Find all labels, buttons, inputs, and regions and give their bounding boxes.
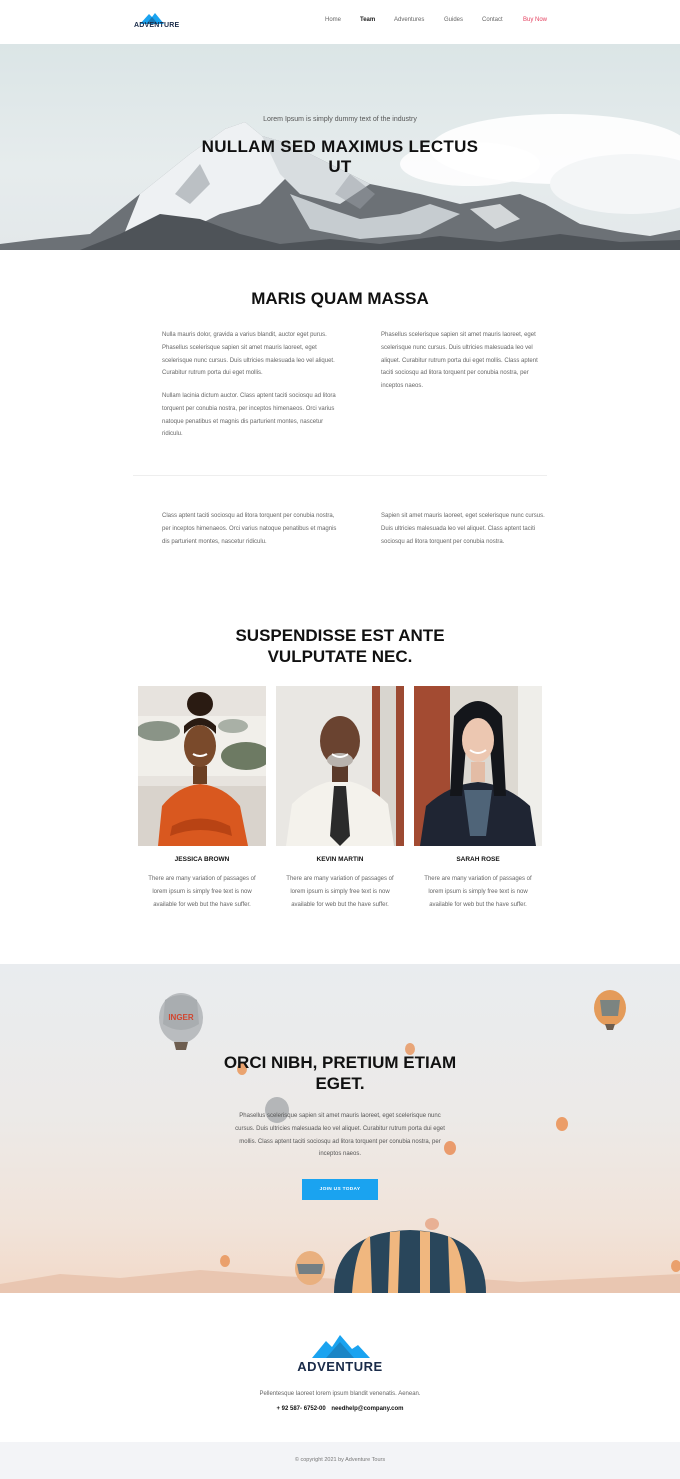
site-header: ADVENTURE Home Team Adventures Guides Co… (0, 0, 680, 44)
kevin-photo-image (276, 686, 404, 846)
about-col2-p1: Phasellus scelerisque sapien sit amet ma… (381, 332, 538, 390)
footer-contact: + 92 587- 6752-00 needhelp@company.com (0, 1406, 680, 1412)
about-col1-p1: Nulla mauris dolor, gravida a varius bla… (162, 332, 335, 377)
member-description: There are many variation of passages of … (424, 876, 532, 908)
nav-adventures[interactable]: Adventures (394, 17, 424, 23)
hero-title: NULLAM SED MAXIMUS LECTUS UT (201, 137, 479, 176)
jessica-photo-image (138, 686, 266, 846)
member-photo-sarah (414, 686, 542, 846)
team-title: SUSPENDISSE EST ANTE VULPUTATE NEC. (235, 626, 445, 666)
member-name: SARAH ROSE (456, 856, 500, 863)
hero-banner: Lorem Ipsum is simply dummy text of the … (0, 44, 680, 250)
cta-text: Phasellus scelerisque sapien sit amet ma… (235, 1113, 445, 1158)
about-col1-p3: Class aptent taciti sociosqu ad litora t… (162, 513, 337, 545)
member-photo-kevin (276, 686, 404, 846)
svg-text:INGER: INGER (168, 1013, 194, 1022)
copyright-bar: © copyright 2021 by Adventure Tours (0, 1442, 680, 1479)
nav-team[interactable]: Team (360, 17, 375, 23)
about-title: MARIS QUAM MASSA (251, 289, 429, 308)
section-divider (133, 475, 547, 476)
member-description: There are many variation of passages of … (148, 876, 256, 908)
email-link[interactable]: needhelp@company.com (331, 1406, 403, 1412)
member-name: KEVIN MARTIN (316, 856, 364, 863)
mountain-logo-icon (312, 1335, 370, 1358)
copyright-text: © copyright 2021 by Adventure Tours (294, 1457, 386, 1463)
nav-buy-now[interactable]: Buy Now (523, 17, 547, 23)
footer-text: Pellentesque laoreet lorem ipsum blandit… (259, 1391, 421, 1397)
main-nav: Home Team Adventures Guides Contact Buy … (0, 17, 680, 27)
member-description: There are many variation of passages of … (286, 876, 394, 908)
sarah-photo-image (414, 686, 542, 846)
join-us-button[interactable]: JOIN US TODAY (302, 1179, 378, 1200)
hero-subtitle: Lorem Ipsum is simply dummy text of the … (263, 116, 417, 123)
about-col1-p2: Nullam lacinia dictum auctor. Class apte… (162, 393, 336, 438)
member-name: JESSICA BROWN (174, 856, 230, 863)
nav-home[interactable]: Home (325, 17, 341, 23)
phone-number[interactable]: + 92 587- 6752-00 (277, 1406, 326, 1412)
nav-guides[interactable]: Guides (444, 17, 463, 23)
about-col2-p2: Sapien sit amet mauris laoreet, eget sce… (381, 513, 545, 545)
member-photo-jessica (138, 686, 266, 846)
cta-section: INGER ORCI NIBH, PRETIUM ETIAM EGET. Pha… (0, 964, 680, 1293)
footer-brand: ADVENTURE (297, 1359, 383, 1374)
nav-contact[interactable]: Contact (482, 17, 503, 23)
cta-title: ORCI NIBH, PRETIUM ETIAM EGET. (223, 1053, 457, 1093)
